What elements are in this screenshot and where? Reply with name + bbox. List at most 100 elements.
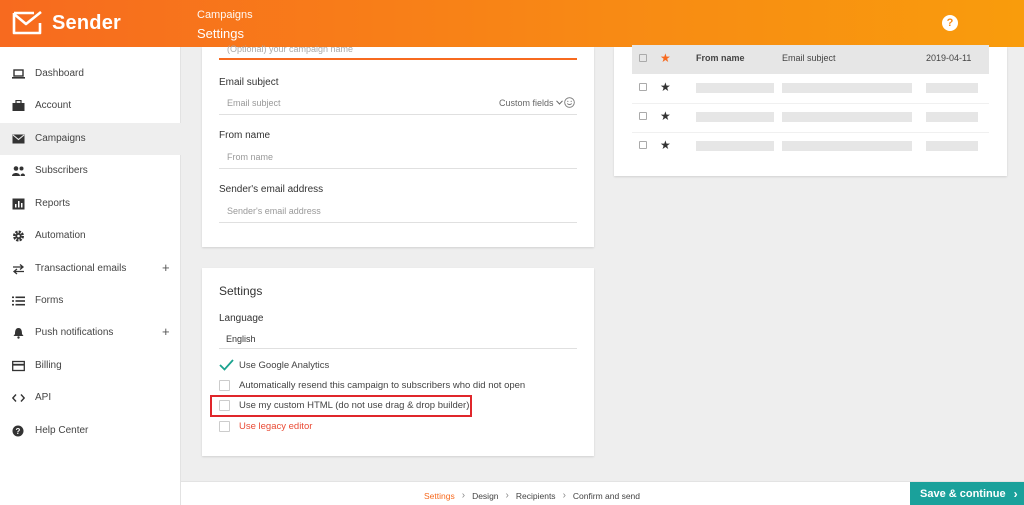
briefcase-icon [12, 100, 25, 112]
highlight-annotation [210, 395, 472, 417]
legacy-editor-checkbox[interactable] [219, 421, 230, 432]
skeleton-bar [926, 141, 978, 151]
people-icon [12, 165, 25, 177]
preview-placeholder-row: ★ [632, 132, 989, 161]
campaign-name-underline [219, 58, 577, 60]
code-icon [12, 392, 25, 404]
sidebar-item-subscribers[interactable]: Subscribers [0, 155, 181, 187]
google-analytics-label: Use Google Analytics [239, 359, 330, 371]
expand-plus-icon[interactable]: + [162, 260, 170, 275]
sidebar-item-dashboard[interactable]: Dashboard [0, 58, 181, 90]
row-checkbox [639, 83, 647, 91]
save-continue-button[interactable]: Save & continue › [910, 482, 1024, 505]
preview-date: 2019-04-11 [926, 53, 972, 63]
envelope-logo-icon [12, 11, 42, 35]
sidebar-item-help-center[interactable]: ? Help Center [0, 415, 181, 447]
sidebar-item-billing[interactable]: Billing [0, 350, 181, 382]
sidebar-item-forms[interactable]: Forms [0, 285, 181, 317]
gear-icon [12, 230, 25, 242]
sidebar-item-label: Automation [35, 230, 86, 241]
sidebar-item-label: Dashboard [35, 68, 84, 79]
svg-text:?: ? [16, 427, 21, 436]
auto-resend-checkbox[interactable] [219, 380, 230, 391]
preview-placeholder-row: ★ [632, 74, 989, 103]
from-name-underline [219, 168, 577, 169]
sidebar-item-push-notifications[interactable]: Push notifications + [0, 317, 181, 349]
sidebar-item-label: Transactional emails [35, 263, 127, 274]
legacy-editor-option[interactable]: Use legacy editor [219, 421, 312, 432]
from-name-label: From name [219, 130, 271, 141]
sidebar-item-campaigns[interactable]: Campaigns [0, 123, 181, 155]
envelope-icon [12, 133, 25, 145]
sidebar-item-label: Campaigns [35, 133, 86, 144]
custom-fields-dropdown[interactable]: Custom fields [499, 97, 575, 108]
skeleton-bar [782, 83, 912, 93]
bell-icon [12, 327, 25, 339]
sidebar-item-label: Account [35, 100, 72, 111]
sidebar-item-transactional-emails[interactable]: Transactional emails + [0, 253, 181, 285]
skeleton-bar [696, 83, 774, 93]
sender-logo[interactable]: Sender [12, 11, 121, 35]
chart-icon [12, 198, 25, 210]
sidebar-item-automation[interactable]: Automation [0, 220, 181, 252]
row-checkbox [639, 112, 647, 120]
google-analytics-option[interactable]: Use Google Analytics [219, 359, 329, 371]
help-icon[interactable]: ? [942, 15, 958, 31]
preview-header-row: ★ From name Email subject 2019-04-11 [632, 45, 989, 74]
skeleton-bar [782, 112, 912, 122]
swap-icon [12, 263, 25, 275]
emoji-icon[interactable] [563, 97, 575, 108]
sidebar-item-reports[interactable]: Reports [0, 188, 181, 220]
top-bar: Sender Campaigns Settings ? [0, 0, 1024, 47]
star-icon: ★ [660, 138, 671, 152]
chevron-right-icon: › [461, 490, 466, 501]
email-subject-underline [219, 114, 577, 115]
sidebar-item-label: Subscribers [35, 165, 88, 176]
row-checkbox [639, 141, 647, 149]
legacy-editor-label: Use legacy editor [239, 421, 313, 432]
chevron-right-icon: › [505, 490, 509, 501]
language-label: Language [219, 313, 264, 324]
star-icon: ★ [660, 109, 671, 123]
preview-placeholder-row: ★ [632, 103, 989, 132]
card-icon [12, 360, 25, 372]
auto-resend-option[interactable]: Automatically resend this campaign to su… [219, 380, 525, 391]
page-title: Settings [197, 26, 244, 41]
wizard-steps: Settings › Design › Recipients › Confirm… [424, 490, 640, 501]
checkmark-icon[interactable] [219, 359, 234, 371]
campaign-name-input[interactable]: (Optional) your campaign name [227, 44, 353, 54]
row-checkbox [639, 54, 647, 62]
skeleton-bar [782, 141, 912, 151]
sidebar-item-api[interactable]: API [0, 382, 181, 414]
sender-email-input[interactable]: Sender's email address [227, 206, 321, 216]
expand-plus-icon[interactable]: + [162, 324, 170, 339]
step-recipients[interactable]: Recipients [516, 491, 556, 501]
list-icon [12, 295, 25, 307]
breadcrumb[interactable]: Campaigns [197, 9, 253, 21]
brand-name: Sender [52, 11, 122, 34]
sidebar-item-label: Billing [35, 360, 62, 371]
sidebar-item-label: Push notifications [35, 327, 114, 338]
sidebar-item-account[interactable]: Account [0, 90, 181, 122]
custom-fields-label: Custom fields [499, 97, 554, 108]
star-icon: ★ [660, 80, 671, 94]
preview-email-subject: Email subject [782, 53, 836, 63]
auto-resend-label: Automatically resend this campaign to su… [239, 380, 526, 391]
step-settings[interactable]: Settings [424, 491, 455, 501]
skeleton-bar [926, 112, 978, 122]
chevron-right-icon: › [562, 490, 566, 501]
chevron-right-icon: › [1013, 486, 1018, 501]
step-confirm-send[interactable]: Confirm and send [573, 491, 640, 501]
sidebar-item-label: Help Center [35, 425, 89, 436]
step-design[interactable]: Design [472, 491, 498, 501]
language-select[interactable]: English [226, 334, 256, 344]
skeleton-bar [696, 141, 774, 151]
help-icon: ? [12, 425, 25, 437]
sender-email-underline [219, 222, 577, 223]
email-subject-label: Email subject [219, 77, 279, 88]
sidebar-item-label: API [35, 392, 52, 403]
from-name-input[interactable]: From name [227, 152, 273, 162]
skeleton-bar [926, 83, 978, 93]
email-subject-input[interactable]: Email subject [227, 98, 281, 108]
sender-email-label: Sender's email address [219, 184, 324, 195]
